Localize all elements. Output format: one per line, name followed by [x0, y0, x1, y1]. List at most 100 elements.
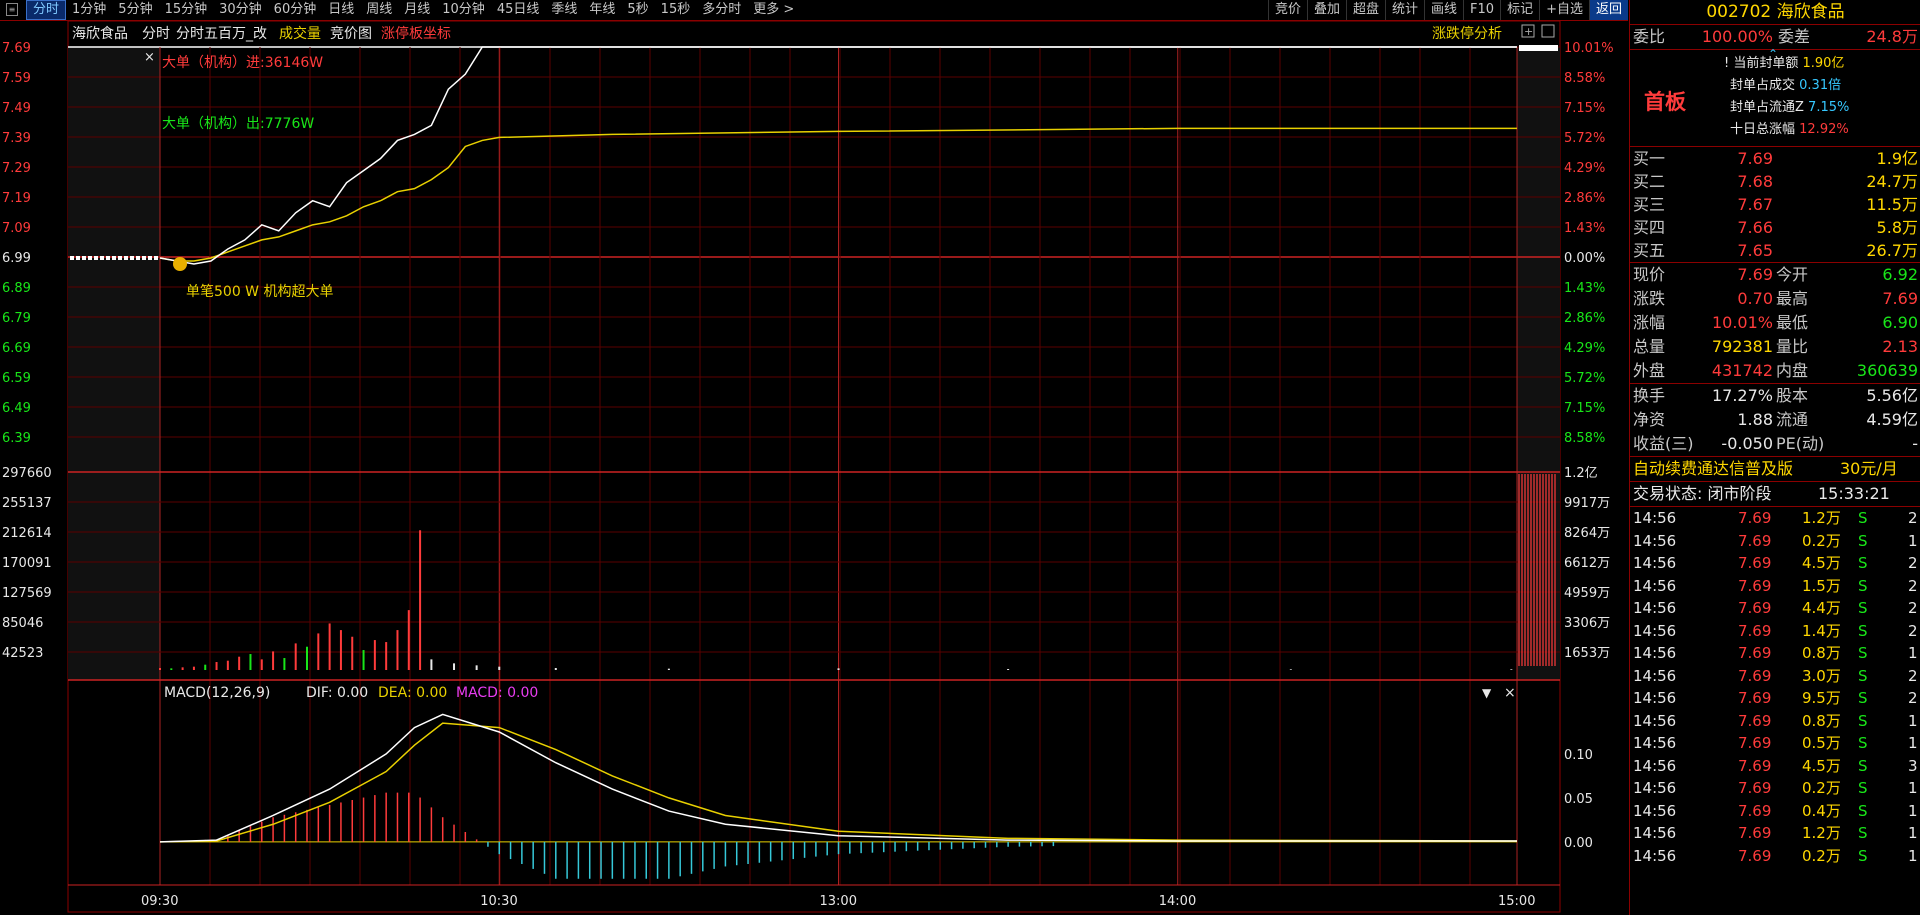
tab-period-14[interactable]: 15秒 — [655, 0, 697, 20]
tick-time: 14:56 — [1633, 576, 1677, 595]
quote-grid: 现价 7.69 今开 6.92 涨跌 0.70 最高 7.69 涨幅 10.01% 最低 6.90 总量… — [1630, 263, 1920, 384]
price-tick-label: 7.39 — [2, 131, 31, 146]
tab-period-11[interactable]: 季线 — [545, 0, 583, 20]
bid-row[interactable]: 买五 7.65 26.7万 — [1630, 239, 1920, 262]
fundamental-row: 换手 17.27% 股本 5.56亿 — [1630, 384, 1920, 408]
seal-label: 封单占成交 — [1730, 78, 1800, 93]
pct-tick-label: 10.01% — [1564, 41, 1614, 56]
tab-period-3[interactable]: 15分钟 — [159, 0, 214, 20]
quote-label: 涨幅 — [1633, 313, 1666, 332]
close-icon[interactable]: × — [144, 50, 155, 65]
tool-button-4[interactable]: 画线 — [1424, 0, 1463, 20]
bid-price: 7.68 — [1737, 172, 1773, 191]
tick-count: 1 — [1908, 711, 1918, 730]
tab-period-1[interactable]: 1分钟 — [66, 0, 112, 20]
bid-volume: 1.9亿 — [1876, 149, 1918, 168]
fundamentals-grid: 换手 17.27% 股本 5.56亿 净资 1.88 流通 4.59亿 收益(三) -0.050 P… — [1630, 384, 1920, 457]
coin-icon[interactable] — [173, 257, 187, 271]
quote-panel: 002702 海欣食品 委比 100.00% 委差 24.8万 ⌃ 首板 ! 当… — [1629, 0, 1920, 915]
top-tab-bar: ≡ 分时 1分钟 5分钟 15分钟 30分钟 60分钟 日线 周线 月线 10分钟 45日线 季线 年线… — [0, 0, 1628, 21]
fundamental-row: 收益(三) -0.050 PE(动) - — [1630, 432, 1920, 456]
close-macd-icon[interactable]: × — [1504, 685, 1516, 701]
tick-time: 14:56 — [1633, 509, 1677, 527]
tick-volume: 3.0万 — [1802, 666, 1841, 685]
promo-row[interactable]: 自动续费通达信普及版 30元/月 — [1630, 457, 1920, 482]
tick-price: 7.69 — [1738, 509, 1772, 527]
price-tick-label: 6.59 — [2, 371, 31, 386]
fund-label: 股本 — [1776, 386, 1809, 405]
tab-period-6[interactable]: 日线 — [322, 0, 360, 20]
tab-period-4[interactable]: 30分钟 — [213, 0, 268, 20]
bid-row[interactable]: 买二 7.68 24.7万 — [1630, 170, 1920, 193]
tab-period-9[interactable]: 10分钟 — [436, 0, 491, 20]
price-tick-label: 6.99 — [2, 251, 31, 266]
fund-value: - — [1912, 434, 1918, 453]
tick-price: 7.69 — [1738, 689, 1772, 707]
tab-period-16[interactable]: 更多 > — [747, 0, 800, 20]
tab-period-12[interactable]: 年线 — [583, 0, 621, 20]
fund-label: 换手 — [1633, 386, 1666, 405]
seal-line: 封单占流通Z 7.15% — [1730, 96, 1849, 115]
tool-button-2[interactable]: 超盘 — [1345, 0, 1385, 20]
tab-period-5[interactable]: 60分钟 — [268, 0, 323, 20]
seal-line: 封单占成交 0.31倍 — [1730, 74, 1841, 93]
bid-row[interactable]: 买四 7.66 5.8万 — [1630, 216, 1920, 239]
fund-value: 4.59亿 — [1866, 410, 1918, 429]
tool-button-1[interactable]: 叠加 — [1306, 0, 1346, 20]
time-tick-label: 15:00 — [1498, 894, 1535, 909]
tick-count: 2 — [1908, 599, 1918, 617]
tick-side: S — [1858, 689, 1868, 707]
tab-period-15[interactable]: 多分时 — [696, 0, 747, 20]
tool-button-8[interactable]: 返回 — [1588, 0, 1628, 20]
tick-side: S — [1858, 576, 1868, 595]
quote-label: 涨跌 — [1633, 289, 1666, 308]
tick-volume: 4.5万 — [1802, 756, 1841, 775]
tab-period-7[interactable]: 周线 — [360, 0, 398, 20]
fund-label: 流通 — [1776, 410, 1809, 429]
tab-period-13[interactable]: 5秒 — [621, 0, 654, 20]
intraday-chart[interactable]: 7.69 10.01% 7.59 8.58% 7.49 7.15% 7.39 5.72% 7.2… — [0, 21, 1628, 915]
quote-value: 6.90 — [1882, 313, 1918, 332]
tab-period-8[interactable]: 月线 — [398, 0, 436, 20]
limit-analysis-button[interactable]: 涨跌停分析 — [1432, 25, 1502, 42]
time-tick-label: 09:30 — [141, 894, 178, 909]
bid-row[interactable]: 买一 7.69 1.9亿 — [1630, 147, 1920, 170]
tick-price: 7.69 — [1738, 576, 1772, 595]
restore-icon[interactable] — [1541, 24, 1555, 38]
tick-row: 14:56 7.69 3.0万 S 2 — [1630, 665, 1920, 688]
menu-icon[interactable]: ≡ — [6, 3, 18, 16]
pct-tick-label: 8.58% — [1564, 431, 1605, 446]
tick-time: 14:56 — [1633, 644, 1677, 662]
tab-period-2[interactable]: 5分钟 — [112, 0, 158, 20]
bid-price: 7.65 — [1737, 241, 1773, 260]
volume-indicator-label: 成交量 — [279, 25, 321, 42]
price-tick-label: 6.49 — [2, 401, 31, 416]
tool-button-5[interactable]: F10 — [1463, 0, 1500, 20]
bid-row[interactable]: 买三 7.67 11.5万 — [1630, 193, 1920, 216]
tool-button-7[interactable]: +自选 — [1539, 0, 1589, 20]
volume-amount-label: 4959万 — [1564, 586, 1610, 601]
tick-count: 2 — [1908, 666, 1918, 685]
tick-time: 14:56 — [1633, 599, 1677, 617]
tick-row: 14:56 7.69 1.4万 S 2 — [1630, 620, 1920, 643]
single-big-order-label: 单笔500 W 机构超大单 — [186, 284, 333, 300]
price-tick-label: 7.09 — [2, 221, 31, 236]
chevron-down-icon[interactable]: ▼ — [1482, 686, 1492, 700]
tab-period-0[interactable]: 分时 — [26, 0, 67, 20]
tool-button-6[interactable]: 标记 — [1500, 0, 1539, 20]
tool-button-3[interactable]: 统计 — [1385, 0, 1424, 20]
seal-value: 7.15% — [1808, 100, 1850, 115]
chart-item: 分时五百万_改 — [176, 26, 267, 42]
bid-price: 7.69 — [1737, 149, 1773, 168]
tick-list[interactable]: 14:56 7.69 1.2万 S 2 14:56 7.69 0.2万 S 1 14:56 7.69 4… — [1630, 507, 1920, 867]
status-label: 交易状态: 闭市阶段 — [1633, 484, 1772, 503]
pct-tick-label: 0.00% — [1564, 251, 1605, 266]
volume-amount-label: 1.2亿 — [1564, 466, 1598, 481]
tool-button-0[interactable]: 竞价 — [1267, 0, 1307, 20]
tick-side: S — [1858, 509, 1868, 527]
quote-value: 10.01% — [1711, 313, 1773, 332]
bid-volume: 11.5万 — [1866, 195, 1918, 214]
bid-label: 买五 — [1633, 241, 1666, 260]
tick-row: 14:56 7.69 9.5万 S 2 — [1630, 687, 1920, 710]
tab-period-10[interactable]: 45日线 — [491, 0, 546, 20]
